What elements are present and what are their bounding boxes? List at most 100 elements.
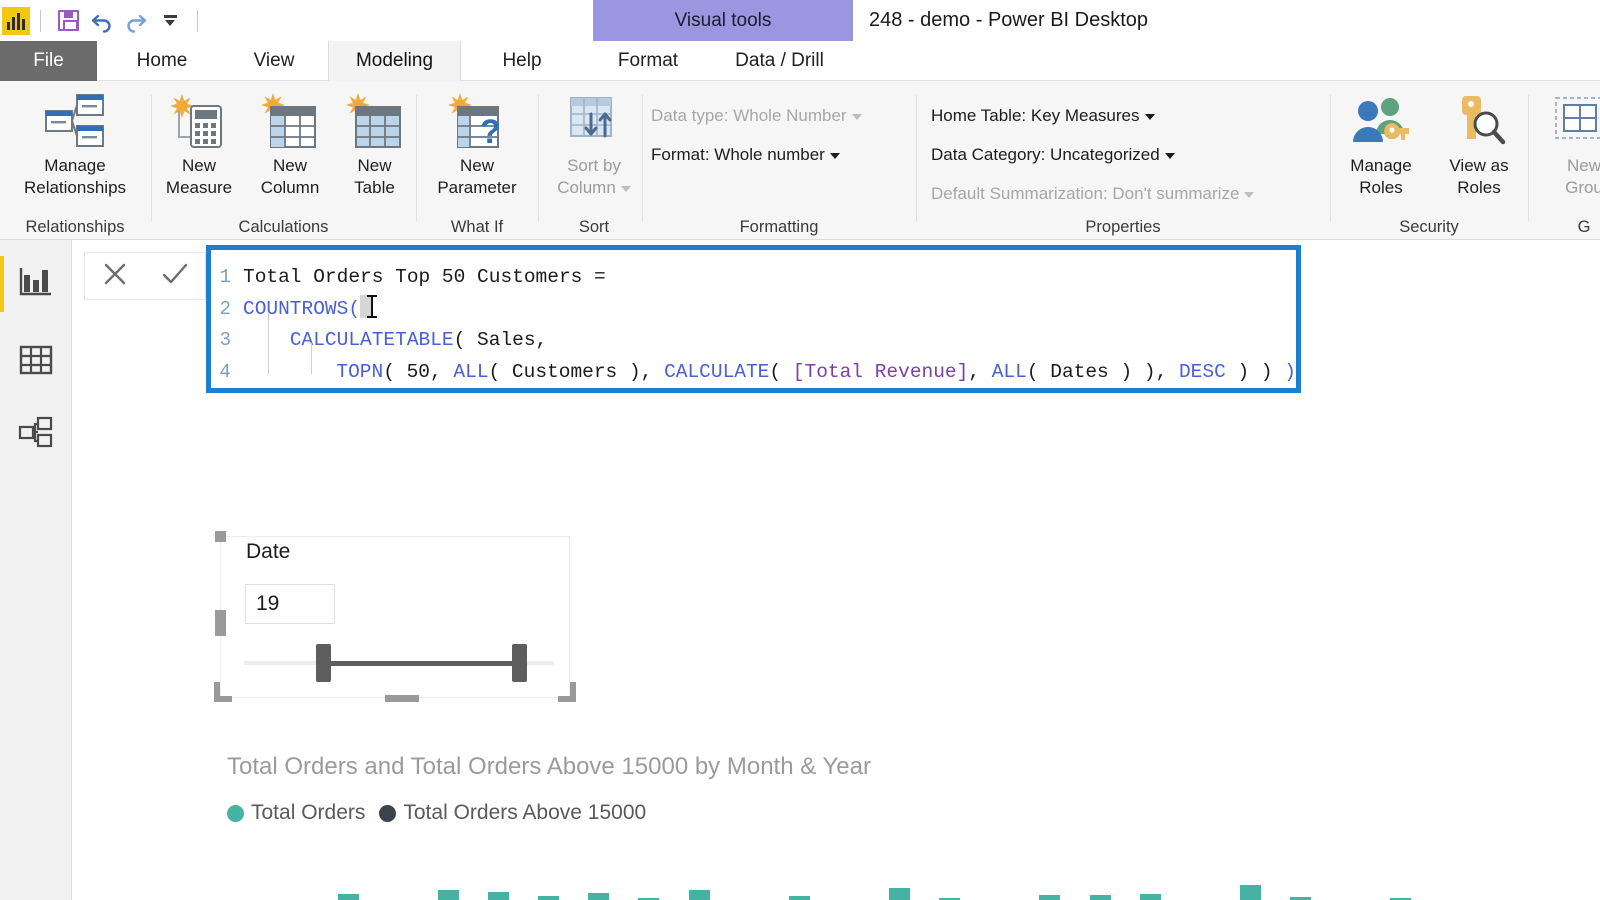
chart-title: Total Orders and Total Orders Above 1500… bbox=[227, 753, 871, 780]
save-button[interactable] bbox=[51, 4, 85, 38]
resize-handle-br-v[interactable] bbox=[570, 682, 576, 702]
customize-qat-button[interactable] bbox=[153, 4, 187, 38]
view-nav-rail bbox=[0, 240, 72, 900]
report-view-button[interactable] bbox=[12, 258, 60, 306]
tab-data-drill[interactable]: Data / Drill bbox=[712, 41, 847, 81]
bar-group[interactable] bbox=[284, 845, 334, 900]
line-number-4: 4 bbox=[219, 360, 231, 383]
bar-group[interactable] bbox=[785, 845, 835, 900]
formula-line-4-text[interactable]: TOPN( 50, ALL( Customers ), CALCULATE( [… bbox=[243, 357, 1296, 389]
formula-bar-actions bbox=[84, 252, 206, 300]
bar-group[interactable] bbox=[685, 845, 735, 900]
bar-series-1[interactable] bbox=[538, 895, 560, 900]
manage-relationships-icon bbox=[44, 89, 106, 155]
bar-group[interactable] bbox=[1086, 845, 1136, 900]
bar-group[interactable] bbox=[434, 845, 484, 900]
undo-button[interactable] bbox=[85, 4, 119, 38]
bar-group[interactable] bbox=[384, 845, 434, 900]
chart-bars-container bbox=[284, 845, 1487, 900]
bar-series-1[interactable] bbox=[1239, 885, 1261, 900]
legend-item-total-orders[interactable]: Total Orders bbox=[227, 801, 365, 825]
legend-item-total-orders-above-15000[interactable]: Total Orders Above 15000 bbox=[379, 801, 646, 825]
bar-series-1[interactable] bbox=[337, 893, 359, 900]
bar-group[interactable] bbox=[1136, 845, 1186, 900]
model-view-button[interactable] bbox=[12, 408, 60, 456]
bar-group[interactable] bbox=[1186, 845, 1236, 900]
bar-group[interactable] bbox=[1036, 845, 1086, 900]
new-parameter-button[interactable]: ? New Parameter bbox=[417, 89, 537, 199]
tab-home[interactable]: Home bbox=[112, 41, 212, 81]
save-icon bbox=[57, 10, 79, 31]
manage-roles-button[interactable]: Manage Roles bbox=[1331, 89, 1431, 199]
bar-group[interactable] bbox=[835, 845, 885, 900]
tab-help[interactable]: Help bbox=[476, 41, 568, 81]
bar-series-1[interactable] bbox=[788, 895, 810, 900]
default-summarization-dropdown[interactable]: Default Summarization: Don't summarize bbox=[931, 184, 1255, 204]
format-dropdown[interactable]: Format: Whole number bbox=[651, 145, 840, 165]
resize-handle-bottom[interactable] bbox=[385, 695, 419, 702]
bar-series-1[interactable] bbox=[437, 890, 459, 900]
slicer-start-value[interactable]: 19 bbox=[245, 584, 335, 624]
formula-cancel-button[interactable] bbox=[100, 259, 130, 294]
formula-line-2-text[interactable]: COUNTROWS( bbox=[243, 294, 378, 326]
bar-group[interactable] bbox=[886, 845, 936, 900]
ribbon-group-label-sort: Sort bbox=[578, 218, 610, 236]
bar-group[interactable] bbox=[485, 845, 535, 900]
tab-file[interactable]: File bbox=[0, 41, 97, 81]
bar-group[interactable] bbox=[936, 845, 986, 900]
formula-line-3-text[interactable]: CALCULATETABLE( Sales, bbox=[243, 325, 547, 357]
dax-formula-editor[interactable]: 1 Total Orders Top 50 Customers = 2 COUN… bbox=[211, 250, 1296, 388]
dax-formula-bar[interactable]: 1 Total Orders Top 50 Customers = 2 COUN… bbox=[206, 245, 1301, 393]
redo-button[interactable] bbox=[119, 4, 153, 38]
bar-series-1[interactable] bbox=[588, 893, 610, 900]
data-view-button[interactable] bbox=[12, 336, 60, 384]
data-category-dropdown[interactable]: Data Category: Uncategorized bbox=[931, 145, 1175, 165]
home-table-dropdown[interactable]: Home Table: Key Measures bbox=[931, 106, 1155, 126]
tab-modeling[interactable]: Modeling bbox=[328, 41, 461, 81]
bar-group[interactable] bbox=[735, 845, 785, 900]
formula-commit-button[interactable] bbox=[159, 259, 191, 294]
tab-view[interactable]: View bbox=[228, 41, 320, 81]
bar-group[interactable] bbox=[585, 845, 635, 900]
bar-series-1[interactable] bbox=[1139, 893, 1161, 900]
bar-series-1[interactable] bbox=[1039, 894, 1061, 900]
contextual-tab-group-label: Visual tools bbox=[593, 0, 853, 41]
bar-group[interactable] bbox=[1236, 845, 1286, 900]
resize-handle-bl-v[interactable] bbox=[214, 682, 220, 702]
bar-group[interactable] bbox=[1387, 845, 1437, 900]
bar-series-1[interactable] bbox=[1290, 896, 1312, 900]
bar-group[interactable] bbox=[535, 845, 585, 900]
tab-format[interactable]: Format bbox=[598, 41, 698, 81]
date-range-slicer[interactable]: Date 19 bbox=[214, 531, 576, 702]
bar-series-1[interactable] bbox=[1089, 894, 1111, 900]
bar-series-1[interactable] bbox=[688, 889, 710, 900]
new-measure-button[interactable]: New Measure bbox=[152, 89, 246, 199]
slicer-slider-thumb-end[interactable] bbox=[512, 644, 527, 682]
ribbon-group-label-groups: G bbox=[1577, 218, 1591, 236]
formula-line-1-text[interactable]: Total Orders Top 50 Customers = bbox=[243, 262, 606, 294]
view-as-roles-label-top: View as bbox=[1449, 156, 1509, 175]
data-type-dropdown[interactable]: Data type: Whole Number bbox=[651, 106, 862, 126]
bar-group[interactable] bbox=[635, 845, 685, 900]
ribbon: Manage Relationships Relationships New M… bbox=[0, 81, 1600, 284]
bar-series-1[interactable] bbox=[488, 892, 510, 900]
view-as-roles-button[interactable]: View as Roles bbox=[1431, 89, 1527, 199]
new-column-button[interactable]: New Column bbox=[246, 89, 334, 199]
bar-group[interactable] bbox=[1287, 845, 1337, 900]
chevron-down-icon bbox=[829, 152, 840, 159]
sort-by-column-button[interactable]: Sort by Column bbox=[539, 89, 649, 199]
bar-group[interactable] bbox=[1337, 845, 1387, 900]
new-table-button[interactable]: New Table bbox=[334, 89, 415, 199]
manage-relationships-button[interactable]: Manage Relationships bbox=[0, 89, 150, 199]
line-number-2: 2 bbox=[219, 297, 231, 320]
resize-handle-tl[interactable] bbox=[215, 531, 226, 542]
undo-arrow-icon bbox=[91, 14, 111, 33]
slicer-slider-thumb-start[interactable] bbox=[316, 644, 331, 682]
bar-group[interactable] bbox=[986, 845, 1036, 900]
column-chart-visual[interactable]: Total Orders and Total Orders Above 1500… bbox=[222, 745, 1492, 900]
bar-series-1[interactable] bbox=[889, 887, 911, 900]
bar-group[interactable] bbox=[1437, 845, 1487, 900]
resize-handle-left[interactable] bbox=[215, 610, 226, 636]
new-group-button[interactable]: New Grou bbox=[1529, 89, 1600, 199]
bar-group[interactable] bbox=[334, 845, 384, 900]
